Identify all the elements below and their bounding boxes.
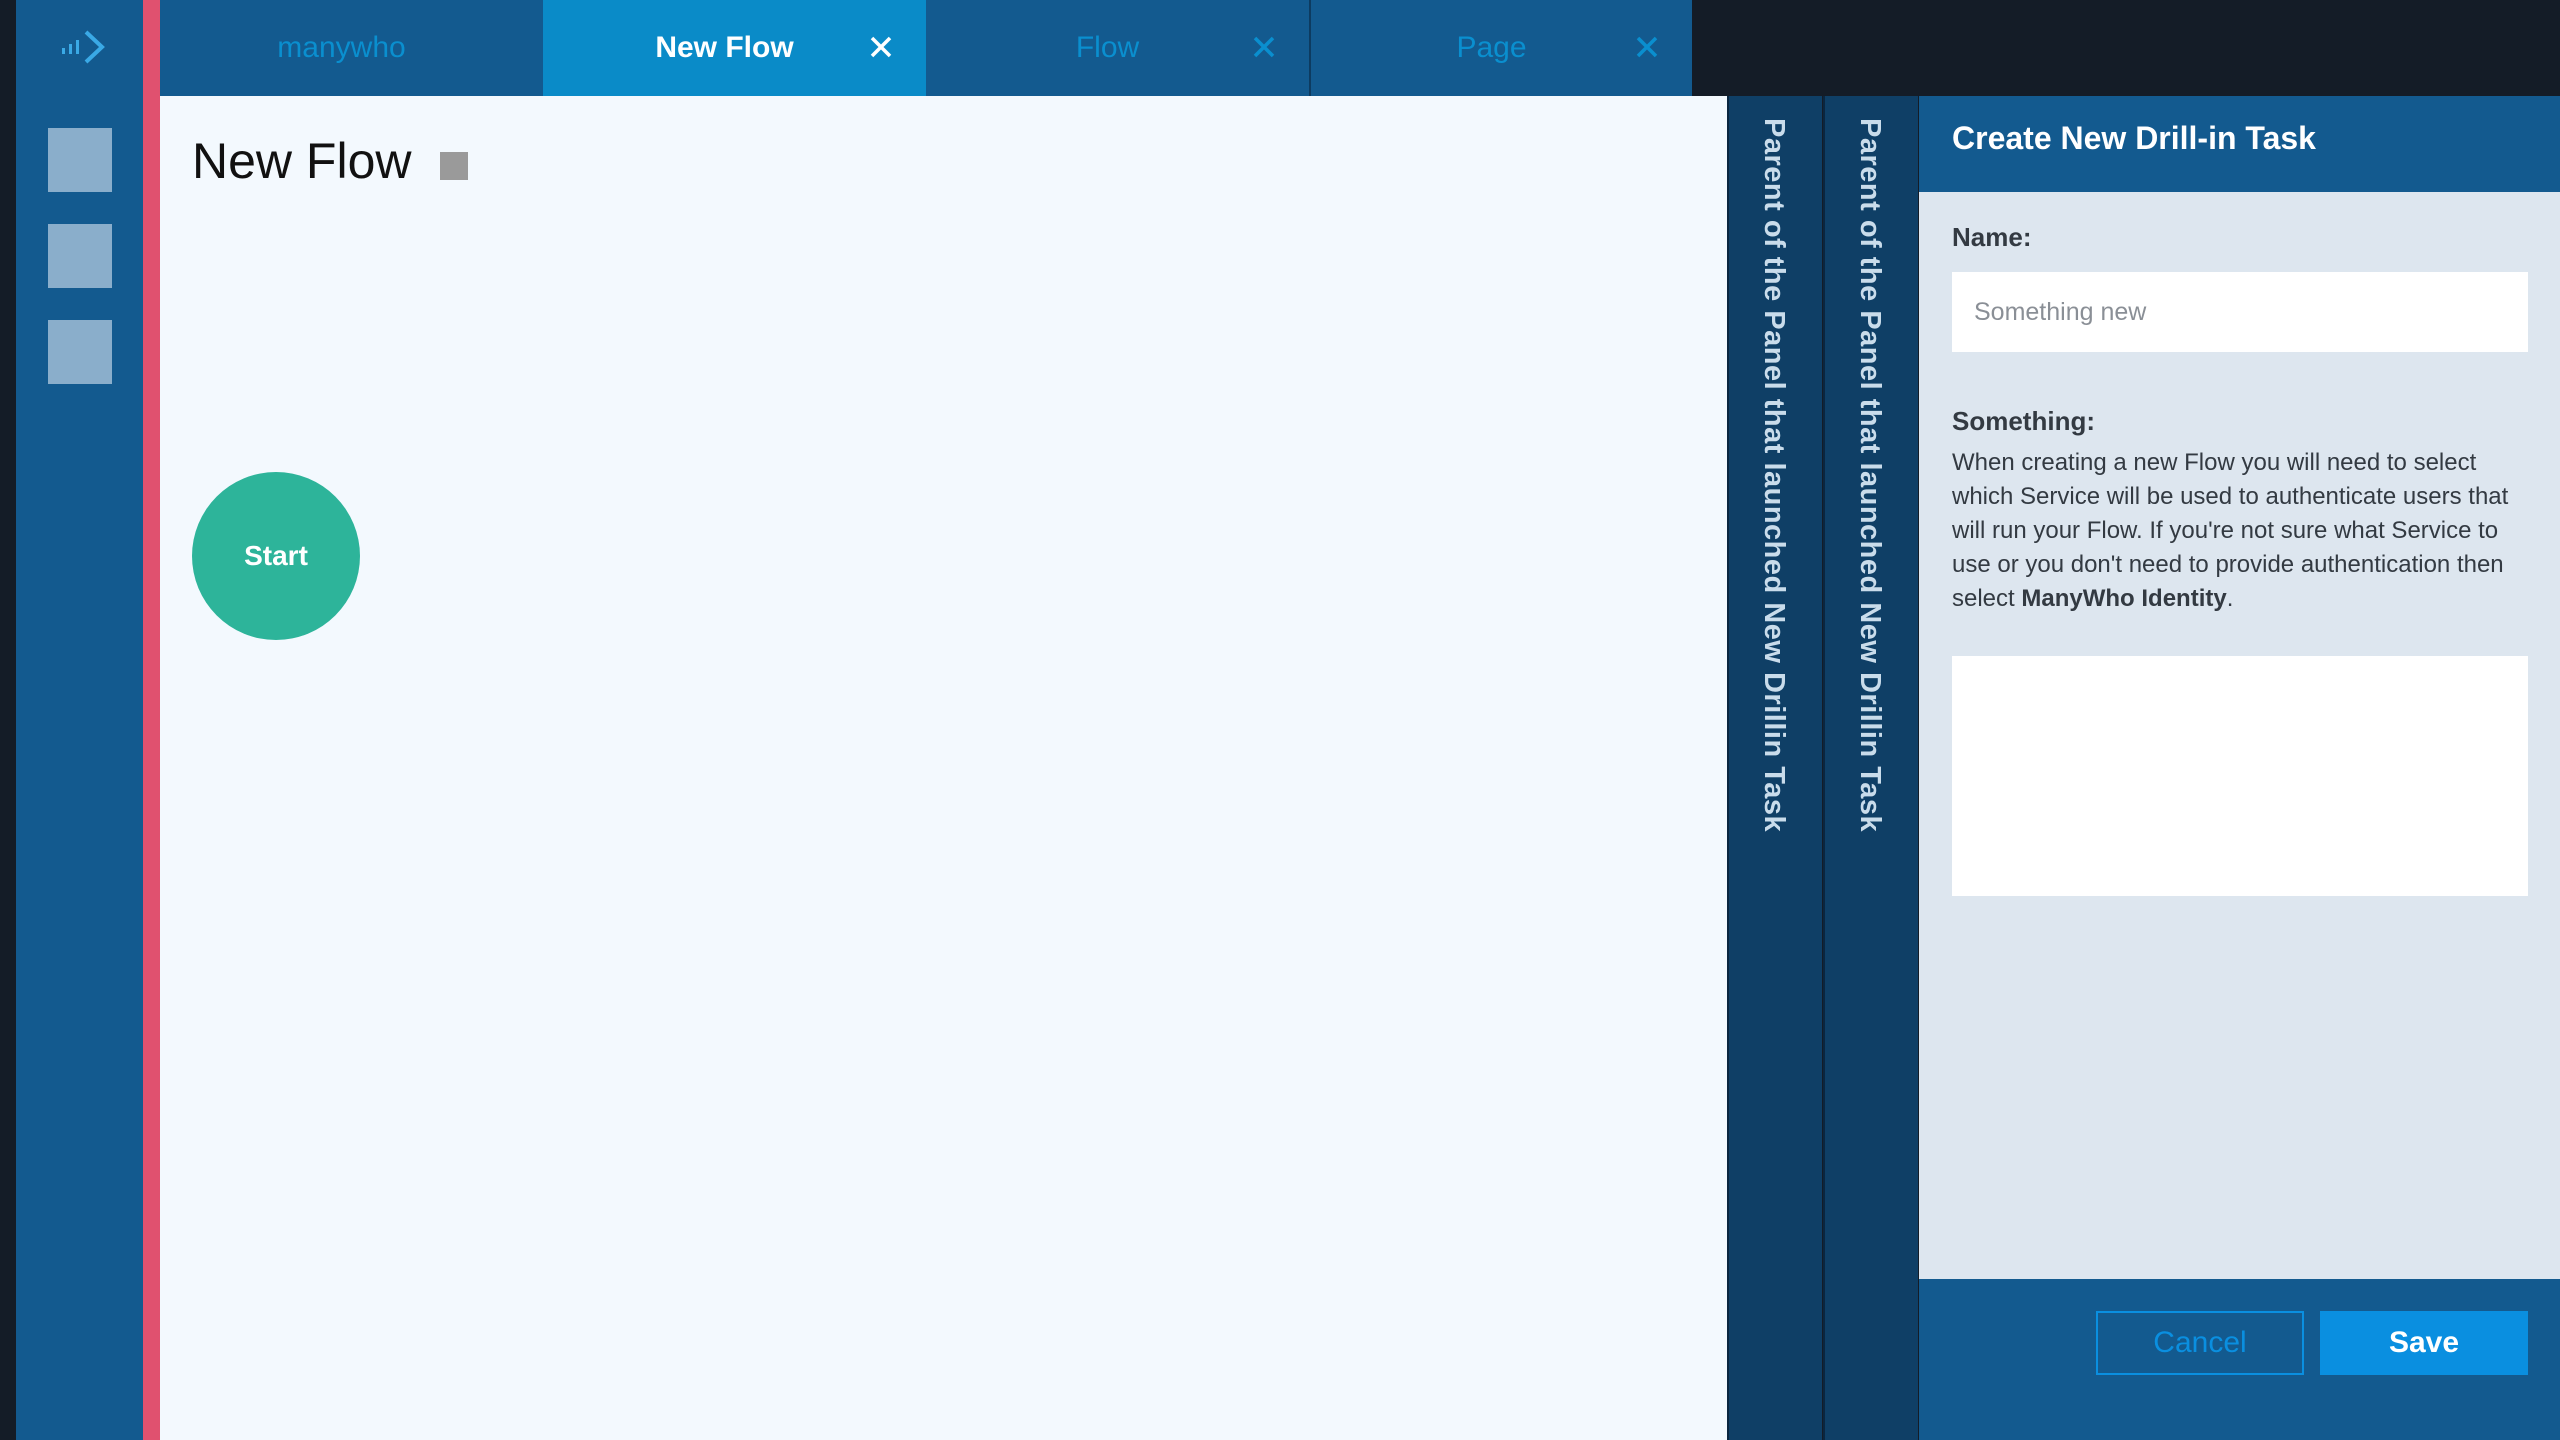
tab-label: manywho [277,31,406,64]
rail-nav-item-3[interactable] [48,320,112,384]
start-node-label: Start [244,540,308,571]
tab-label: New Flow [655,31,794,64]
collapsed-panel-label: Parent of the Panel that launched New Dr… [1758,118,1790,833]
tab-label: Flow [1075,31,1140,64]
flow-menu-button[interactable] [440,152,468,180]
tab-page[interactable]: Page [1309,0,1692,96]
tab-new-flow[interactable]: New Flow [543,0,926,96]
rail-nav-item-2[interactable] [48,224,112,288]
name-label: Name: [1952,222,2032,252]
something-textarea[interactable] [1952,656,2528,896]
close-icon[interactable] [1249,32,1279,62]
collapsed-panel-label: Parent of the Panel that launched New Dr… [1854,118,1886,833]
something-label: Something: [1952,406,2095,436]
tab-manywho[interactable]: manywho [160,0,543,96]
rail-nav-item-1[interactable] [48,128,112,192]
collapsed-parent-panel-2[interactable]: Parent of the Panel that launched New Dr… [1823,96,1918,1440]
manywho-logo-icon[interactable] [60,26,110,68]
drawer-footer: Cancel Save [1919,1279,2560,1440]
page-title: New Flow [192,133,412,189]
close-icon[interactable] [1632,32,1662,62]
tab-label: Page [1456,31,1527,64]
tab-flow[interactable]: Flow [926,0,1309,96]
help-text-part: . [2226,585,2234,612]
app-window: manywho New Flow Flow Page New Flow Star… [0,0,2560,1440]
collapsed-parent-panel-1[interactable]: Parent of the Panel that launched New Dr… [1727,96,1822,1440]
help-text: When creating a new Flow you will need t… [1952,446,2528,616]
save-button[interactable]: Save [2320,1311,2528,1375]
flow-canvas[interactable]: New Flow Start [160,96,1727,1440]
start-node[interactable]: Start [192,472,360,640]
left-rail [16,0,143,1440]
help-text-emphasis: ManyWho Identity [2021,585,2227,612]
drawer-title: Create New Drill-in Task [1919,96,2560,192]
accent-strip [143,0,160,1440]
tab-bar: manywho New Flow Flow Page [160,0,1695,96]
cancel-button[interactable]: Cancel [2096,1311,2304,1375]
create-drill-in-task-drawer: Create New Drill-in Task Name: Something… [1919,96,2560,1440]
close-icon[interactable] [866,32,896,62]
name-input[interactable] [1952,272,2528,352]
